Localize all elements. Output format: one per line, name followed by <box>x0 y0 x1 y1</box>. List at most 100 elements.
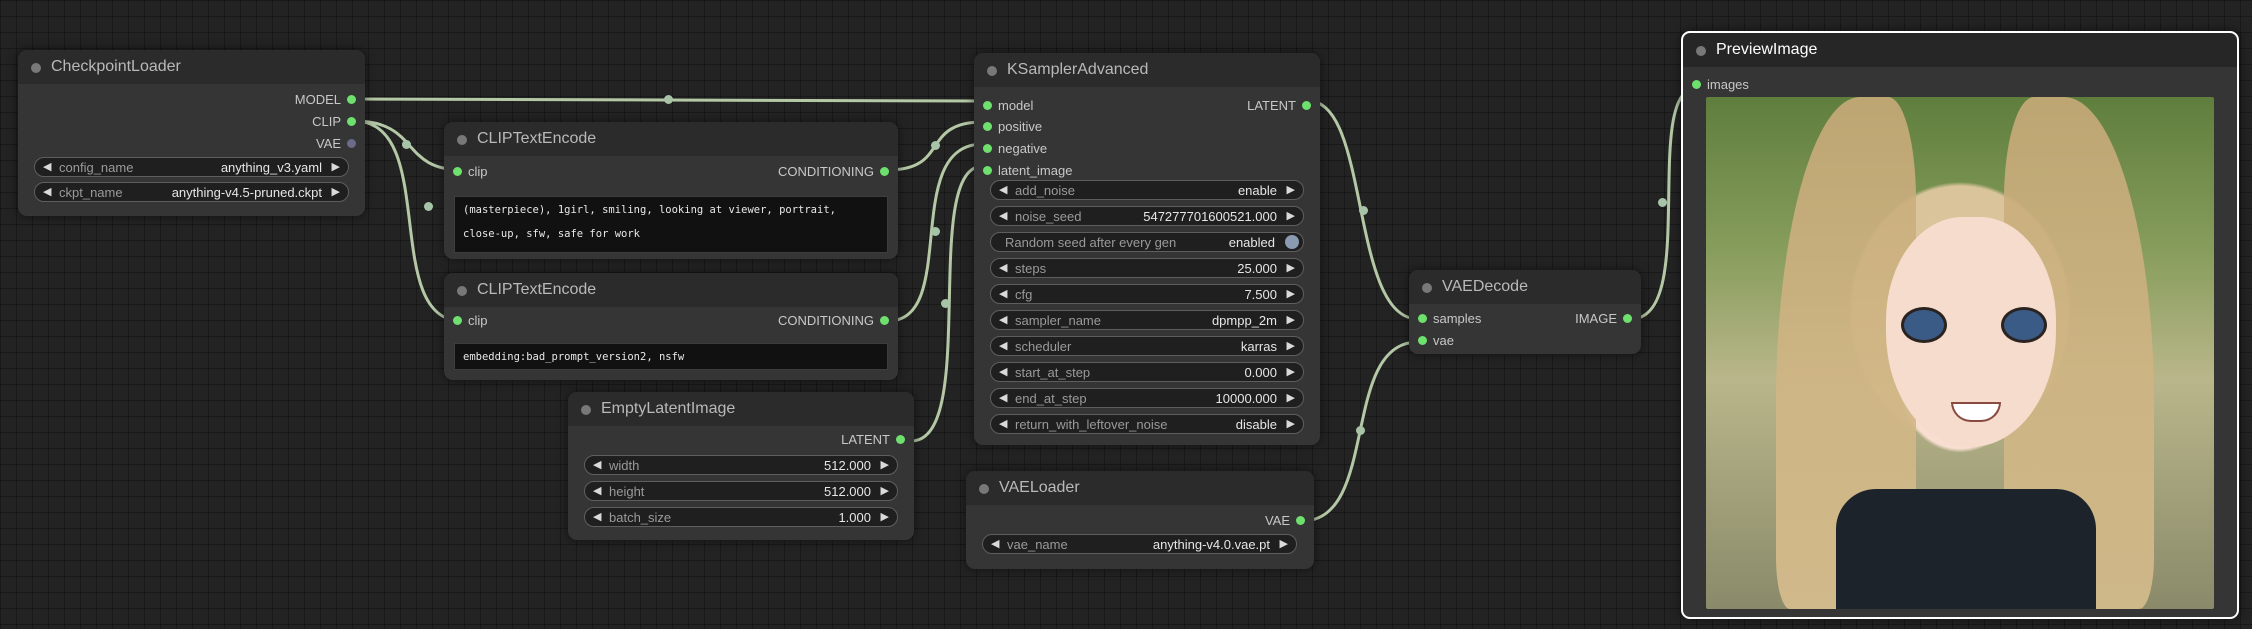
connected-slot-icon[interactable] <box>453 167 462 176</box>
input-slot-negative[interactable]: negative <box>974 139 1124 159</box>
output-slot-conditioning[interactable]: CONDITIONING <box>648 311 898 331</box>
connected-slot-icon[interactable] <box>347 95 356 104</box>
input-slot-images[interactable]: images <box>1683 75 1803 95</box>
connected-slot-icon[interactable] <box>983 144 992 153</box>
connected-slot-icon[interactable] <box>983 166 992 175</box>
vae-decode-node[interactable]: VAEDecode samples IMAGE vae <box>1409 270 1641 354</box>
connected-slot-icon[interactable] <box>1302 101 1311 110</box>
input-slot-samples[interactable]: samples <box>1409 309 1519 329</box>
empty-slot-icon[interactable] <box>347 139 356 148</box>
increment-arrow-icon[interactable]: ▶ <box>1287 417 1295 430</box>
input-slot-latent-image[interactable]: latent_image <box>974 161 1124 181</box>
toggle-knob-icon[interactable] <box>1285 235 1299 249</box>
link-midpoint-dot[interactable] <box>1359 206 1368 215</box>
connected-slot-icon[interactable] <box>896 435 905 444</box>
output-slot-latent[interactable]: LATENT <box>714 430 914 450</box>
decrement-arrow-icon[interactable]: ◀ <box>43 160 51 173</box>
increment-arrow-icon[interactable]: ▶ <box>1287 339 1295 352</box>
input-slot-vae[interactable]: vae <box>1409 331 1519 351</box>
clip-text-encode-positive-node[interactable]: CLIPTextEncode clip CONDITIONING (master… <box>444 122 898 259</box>
connected-slot-icon[interactable] <box>983 122 992 131</box>
connected-slot-icon[interactable] <box>1418 336 1427 345</box>
collapse-dot-icon[interactable] <box>987 66 997 76</box>
collapse-dot-icon[interactable] <box>581 405 591 415</box>
ckpt-name-combo[interactable]: ◀ ckpt_name anything-v4.5-pruned.ckpt ▶ <box>34 182 349 202</box>
random-seed-toggle[interactable]: Random seed after every gen enabled <box>990 232 1304 252</box>
connected-slot-icon[interactable] <box>347 117 356 126</box>
output-slot-model[interactable]: MODEL <box>18 90 365 110</box>
output-slot-vae[interactable]: VAE <box>18 134 365 154</box>
collapse-dot-icon[interactable] <box>457 286 467 296</box>
generated-image-preview[interactable] <box>1706 97 2214 609</box>
output-slot-image[interactable]: IMAGE <box>1531 309 1641 329</box>
empty-latent-image-node[interactable]: EmptyLatentImage LATENT ◀ width 512.000 … <box>568 392 914 540</box>
output-slot-clip[interactable]: CLIP <box>18 112 365 132</box>
add-noise-combo[interactable]: ◀ add_noise enable ▶ <box>990 180 1304 200</box>
output-slot-conditioning[interactable]: CONDITIONING <box>648 162 898 182</box>
output-slot-latent[interactable]: LATENT <box>1170 96 1320 116</box>
vae-name-combo[interactable]: ◀ vae_name anything-v4.0.vae.pt ▶ <box>982 534 1297 554</box>
link-midpoint-dot[interactable] <box>931 141 940 150</box>
link-midpoint-dot[interactable] <box>931 227 940 236</box>
link-midpoint-dot[interactable] <box>1658 198 1667 207</box>
input-slot-clip[interactable]: clip <box>444 311 644 331</box>
decrement-arrow-icon[interactable]: ◀ <box>999 287 1007 300</box>
increment-arrow-icon[interactable]: ▶ <box>881 458 889 471</box>
output-slot-vae[interactable]: VAE <box>1114 511 1314 531</box>
node-header[interactable]: PreviewImage <box>1683 33 2237 67</box>
increment-arrow-icon[interactable]: ▶ <box>1287 261 1295 274</box>
link-midpoint-dot[interactable] <box>424 202 433 211</box>
decrement-arrow-icon[interactable]: ◀ <box>999 183 1007 196</box>
node-header[interactable]: EmptyLatentImage <box>568 392 914 426</box>
decrement-arrow-icon[interactable]: ◀ <box>43 185 51 198</box>
input-slot-model[interactable]: model <box>974 96 1124 116</box>
steps-number-widget[interactable]: ◀ steps 25.000 ▶ <box>990 258 1304 278</box>
ksampler-advanced-node[interactable]: KSamplerAdvanced model LATENT positive n… <box>974 53 1320 445</box>
connected-slot-icon[interactable] <box>1296 516 1305 525</box>
increment-arrow-icon[interactable]: ▶ <box>1287 287 1295 300</box>
collapse-dot-icon[interactable] <box>457 135 467 145</box>
connected-slot-icon[interactable] <box>880 167 889 176</box>
increment-arrow-icon[interactable]: ▶ <box>1287 209 1295 222</box>
increment-arrow-icon[interactable]: ▶ <box>332 160 340 173</box>
collapse-dot-icon[interactable] <box>1696 46 1706 56</box>
decrement-arrow-icon[interactable]: ◀ <box>999 261 1007 274</box>
link-midpoint-dot[interactable] <box>402 140 411 149</box>
decrement-arrow-icon[interactable]: ◀ <box>999 209 1007 222</box>
decrement-arrow-icon[interactable]: ◀ <box>999 313 1007 326</box>
node-header[interactable]: VAELoader <box>966 471 1314 505</box>
prompt-textarea[interactable]: embedding:bad_prompt_version2, nsfw <box>454 343 888 370</box>
input-slot-positive[interactable]: positive <box>974 117 1124 137</box>
increment-arrow-icon[interactable]: ▶ <box>1287 183 1295 196</box>
increment-arrow-icon[interactable]: ▶ <box>332 185 340 198</box>
increment-arrow-icon[interactable]: ▶ <box>1287 365 1295 378</box>
node-header[interactable]: KSamplerAdvanced <box>974 53 1320 87</box>
connected-slot-icon[interactable] <box>453 316 462 325</box>
sampler-name-combo[interactable]: ◀ sampler_name dpmpp_2m ▶ <box>990 310 1304 330</box>
cfg-number-widget[interactable]: ◀ cfg 7.500 ▶ <box>990 284 1304 304</box>
increment-arrow-icon[interactable]: ▶ <box>1287 391 1295 404</box>
decrement-arrow-icon[interactable]: ◀ <box>593 484 601 497</box>
node-header[interactable]: CheckpointLoader <box>18 50 365 84</box>
decrement-arrow-icon[interactable]: ◀ <box>999 391 1007 404</box>
decrement-arrow-icon[interactable]: ◀ <box>999 417 1007 430</box>
increment-arrow-icon[interactable]: ▶ <box>881 484 889 497</box>
config-name-combo[interactable]: ◀ config_name anything_v3.yaml ▶ <box>34 157 349 177</box>
increment-arrow-icon[interactable]: ▶ <box>881 510 889 523</box>
return-with-leftover-noise-combo[interactable]: ◀ return_with_leftover_noise disable ▶ <box>990 414 1304 434</box>
noise-seed-number-widget[interactable]: ◀ noise_seed 547277701600521.000 ▶ <box>990 206 1304 226</box>
height-number-widget[interactable]: ◀ height 512.000 ▶ <box>584 481 898 501</box>
decrement-arrow-icon[interactable]: ◀ <box>999 339 1007 352</box>
link-midpoint-dot[interactable] <box>941 299 950 308</box>
preview-image-node[interactable]: PreviewImage images <box>1681 31 2239 619</box>
increment-arrow-icon[interactable]: ▶ <box>1280 537 1288 550</box>
collapse-dot-icon[interactable] <box>979 484 989 494</box>
clip-text-encode-negative-node[interactable]: CLIPTextEncode clip CONDITIONING embeddi… <box>444 273 898 380</box>
connected-slot-icon[interactable] <box>880 316 889 325</box>
node-header[interactable]: VAEDecode <box>1409 270 1641 304</box>
node-header[interactable]: CLIPTextEncode <box>444 273 898 307</box>
vae-loader-node[interactable]: VAELoader VAE ◀ vae_name anything-v4.0.v… <box>966 471 1314 569</box>
node-header[interactable]: CLIPTextEncode <box>444 122 898 156</box>
connected-slot-icon[interactable] <box>1623 314 1632 323</box>
collapse-dot-icon[interactable] <box>1422 283 1432 293</box>
